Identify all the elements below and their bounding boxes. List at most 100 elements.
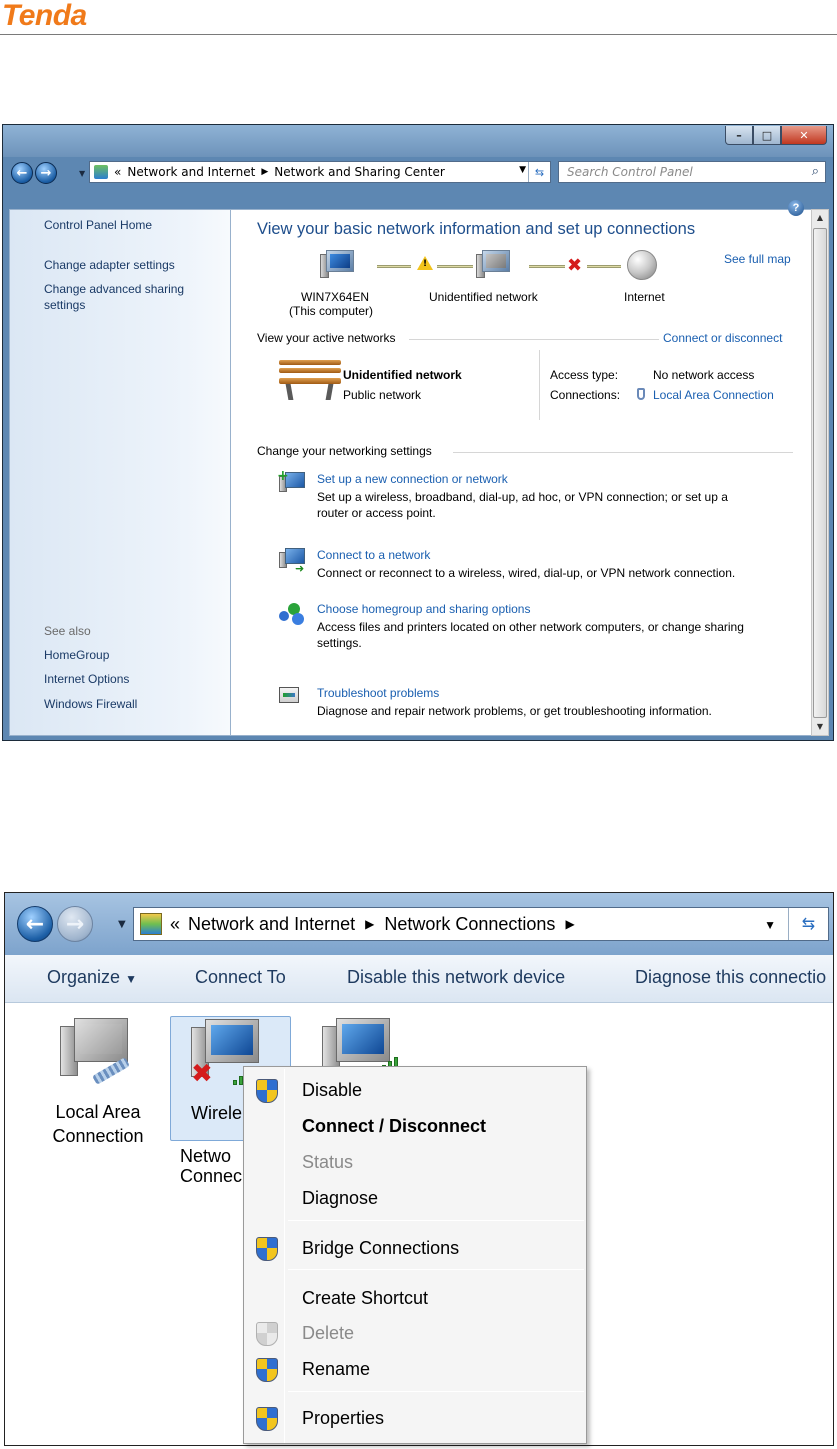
connect-network-icon: ➜ <box>279 548 307 575</box>
see-full-map-link[interactable]: See full map <box>724 252 791 267</box>
recent-pages-dropdown-icon[interactable]: ▼ <box>79 169 85 178</box>
address-bar[interactable]: « Network and Internet ▶ Network and Sha… <box>89 161 551 183</box>
back-button[interactable]: ← <box>17 906 53 942</box>
connect-to-button[interactable]: Connect To <box>195 967 286 988</box>
disable-device-button[interactable]: Disable this network device <box>347 967 565 988</box>
admin-shield-icon <box>256 1237 278 1261</box>
task-setup-connection-link[interactable]: Set up a new connection or network <box>317 472 508 487</box>
help-icon[interactable]: ? <box>788 200 804 216</box>
link-windows-firewall[interactable]: Windows Firewall <box>44 696 137 712</box>
link-change-adapter-settings[interactable]: Change adapter settings <box>44 257 175 273</box>
admin-shield-icon <box>256 1407 278 1431</box>
breadcrumb-arrow-icon[interactable]: ▶ <box>565 917 574 931</box>
recent-pages-dropdown-icon[interactable]: ▼ <box>118 919 126 930</box>
unidentified-network-icon <box>476 250 510 278</box>
access-type-value: No network access <box>653 368 755 382</box>
menu-item-create-shortcut[interactable]: Create Shortcut <box>302 1287 428 1309</box>
window-controls: – □ ✕ <box>725 126 827 145</box>
navigation-bar: ← → ▼ « Network and Internet ▶ Network C… <box>5 893 833 955</box>
internet-globe-icon <box>627 250 657 280</box>
address-chevrons[interactable]: « <box>114 165 121 179</box>
scroll-down-icon[interactable]: ▼ <box>812 719 828 735</box>
local-area-connection-link[interactable]: Local Area Connection <box>653 388 774 403</box>
menu-item-diagnose[interactable]: Diagnose <box>302 1187 378 1209</box>
forward-button[interactable]: → <box>57 906 93 942</box>
address-bar[interactable]: « Network and Internet ▶ Network Connect… <box>133 907 829 941</box>
connect-or-disconnect-link[interactable]: Connect or disconnect <box>663 331 782 346</box>
computer-subtitle: (This computer) <box>289 304 374 318</box>
new-connection-icon: + <box>277 468 307 494</box>
task-homegroup-link[interactable]: Choose homegroup and sharing options <box>317 602 530 617</box>
address-dropdown-icon[interactable]: ▼ <box>764 918 776 932</box>
left-pane: Control Panel Home Change adapter settin… <box>9 209 231 736</box>
minimize-button[interactable]: – <box>725 126 753 145</box>
address-chevrons[interactable]: « <box>170 914 180 935</box>
warning-icon: ! <box>417 256 433 270</box>
header-divider <box>0 34 837 35</box>
task-connect-network-link[interactable]: Connect to a network <box>317 548 430 563</box>
breadcrumb-network-connections[interactable]: Network Connections <box>384 914 555 935</box>
command-toolbar: Organize ▼ Connect To Disable this netwo… <box>5 955 833 1003</box>
link-internet-options[interactable]: Internet Options <box>44 671 129 687</box>
refresh-icon[interactable]: ⇆ <box>788 908 828 940</box>
network-sharing-center-window: – □ ✕ ← → ▼ « Network and Internet ▶ Net… <box>2 124 834 741</box>
breadcrumb-arrow-icon[interactable]: ▶ <box>365 917 374 931</box>
link-change-advanced-sharing[interactable]: Change advanced sharing settings <box>44 281 214 313</box>
admin-shield-icon <box>256 1079 278 1103</box>
ethernet-plug-icon <box>637 388 645 400</box>
task-setup-desc-line1: Set up a wireless, broadband, dial-up, a… <box>317 490 728 504</box>
menu-separator <box>288 1220 584 1221</box>
connection-line <box>529 265 565 268</box>
breadcrumb-network-and-internet[interactable]: Network and Internet <box>127 165 255 179</box>
page-title: View your basic network information and … <box>257 220 696 238</box>
homegroup-icon <box>279 603 305 625</box>
public-network-bench-icon <box>279 358 341 400</box>
scrollbar-thumb[interactable] <box>813 228 827 718</box>
task-troubleshoot-link[interactable]: Troubleshoot problems <box>317 686 439 701</box>
menu-item-properties[interactable]: Properties <box>302 1407 384 1429</box>
refresh-icon[interactable]: ⇆ <box>528 162 550 182</box>
close-button[interactable]: ✕ <box>781 126 827 145</box>
network-folder-icon <box>140 913 162 935</box>
search-placeholder: Search Control Panel <box>567 165 693 179</box>
tenda-logo: Tenda <box>2 0 87 32</box>
menu-item-bridge-connections[interactable]: Bridge Connections <box>302 1237 459 1259</box>
organize-menu[interactable]: Organize ▼ <box>47 967 137 988</box>
maximize-button[interactable]: □ <box>753 126 781 145</box>
back-button[interactable]: ← <box>11 162 33 184</box>
disconnected-x-icon: ✖ <box>567 255 583 276</box>
connection-line <box>587 265 621 268</box>
link-homegroup[interactable]: HomeGroup <box>44 647 109 663</box>
task-setup-desc-line2: router or access point. <box>317 506 436 520</box>
task-troubleshoot-desc: Diagnose and repair network problems, or… <box>317 704 712 718</box>
network-folder-icon <box>94 165 108 179</box>
vertical-scrollbar[interactable]: ▲ ▼ <box>811 209 829 736</box>
menu-item-connect-disconnect[interactable]: Connect / Disconnect <box>302 1115 486 1137</box>
menu-item-status: Status <box>302 1152 354 1172</box>
menu-separator <box>288 1269 584 1270</box>
forward-button[interactable]: → <box>35 162 57 184</box>
see-also-label: See also <box>44 624 91 638</box>
menu-item-disable[interactable]: Disable <box>302 1079 362 1101</box>
scroll-up-icon[interactable]: ▲ <box>812 210 828 226</box>
diagnose-connection-button[interactable]: Diagnose this connectio <box>635 967 826 988</box>
breadcrumb-network-and-internet[interactable]: Network and Internet <box>188 914 355 935</box>
search-input[interactable]: Search Control Panel ⌕ <box>558 161 826 183</box>
task-homegroup-desc-line2: settings. <box>317 636 362 650</box>
computer-name: WIN7X64EN <box>301 290 370 304</box>
network-name: Unidentified network <box>343 368 462 382</box>
link-control-panel-home[interactable]: Control Panel Home <box>44 217 152 233</box>
menu-item-rename[interactable]: Rename <box>302 1358 370 1380</box>
section-divider <box>409 339 659 340</box>
wireless-label-line3: Connec <box>180 1166 243 1186</box>
local-area-label-line1: Local Area <box>55 1102 141 1122</box>
section-divider <box>453 452 793 453</box>
menu-separator <box>288 1391 584 1392</box>
breadcrumb-arrow-icon[interactable]: ▶ <box>261 167 268 177</box>
title-bar: – □ ✕ <box>3 125 833 157</box>
address-dropdown-icon[interactable]: ▼ <box>519 165 526 175</box>
breadcrumb-network-sharing-center[interactable]: Network and Sharing Center <box>274 165 445 179</box>
navigation-bar: ← → ▼ « Network and Internet ▶ Network a… <box>3 157 833 187</box>
menu-gutter <box>284 1069 285 1443</box>
search-icon[interactable]: ⌕ <box>812 164 819 179</box>
